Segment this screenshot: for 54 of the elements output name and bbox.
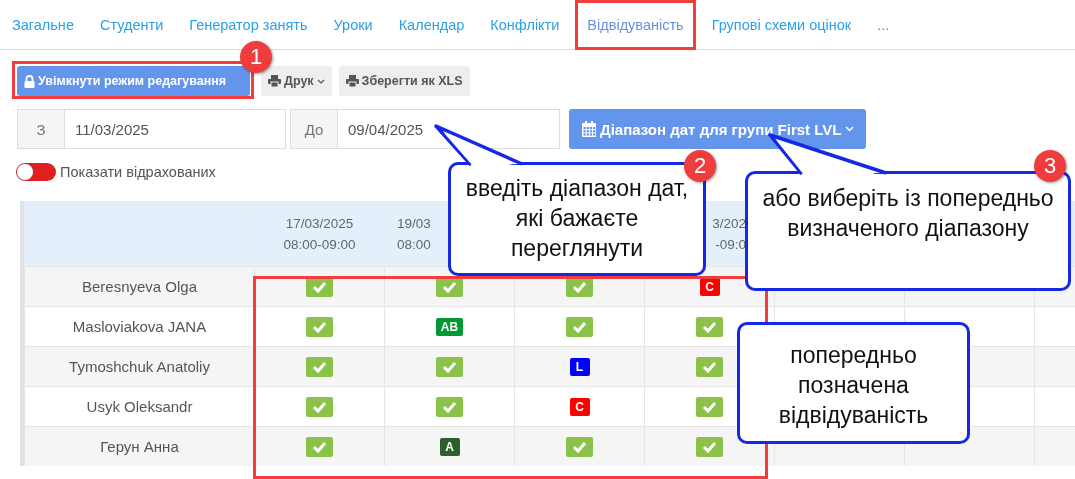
check-icon[interactable]: [696, 436, 723, 457]
attendance-code[interactable]: C: [569, 397, 590, 416]
from-label: З: [17, 109, 65, 149]
calendar-icon: [581, 121, 597, 137]
attendance-code[interactable]: AB: [435, 317, 464, 336]
step-number-badge: 3: [1034, 150, 1066, 182]
student-name: Beresnyeva Olga: [24, 266, 254, 306]
nav-tab[interactable]: ...: [867, 0, 900, 49]
nav-tab[interactable]: Календар: [388, 0, 475, 49]
step-number-badge: 2: [684, 150, 716, 182]
check-icon[interactable]: [696, 356, 723, 377]
nav-tab[interactable]: Відвідуваність: [575, 0, 696, 50]
printer-icon: [268, 75, 281, 87]
column-time: 08:00: [397, 236, 431, 252]
caret-icon: [316, 78, 325, 84]
nav-tab[interactable]: Конфлікти: [480, 0, 570, 49]
save-xls-button[interactable]: Зберегти як XLS: [338, 66, 470, 96]
check-icon[interactable]: [696, 396, 723, 417]
attendance-code[interactable]: L: [569, 357, 590, 376]
check-icon[interactable]: [306, 316, 333, 337]
student-name: Герун Анна: [24, 426, 254, 466]
student-name: Usyk Oleksandr: [24, 386, 254, 426]
check-icon[interactable]: [306, 436, 333, 457]
printer-icon: [345, 75, 359, 87]
column-time: 08:00-09:00: [283, 236, 356, 252]
to-label: До: [290, 109, 338, 149]
nav-tab[interactable]: Уроки: [323, 0, 383, 49]
toggle-label: Показати відрахованих: [60, 164, 216, 180]
check-icon[interactable]: [306, 396, 333, 417]
from-date-field[interactable]: 11/03/2025: [65, 109, 286, 149]
attendance-code[interactable]: A: [439, 437, 460, 456]
print-button[interactable]: Друк: [261, 66, 332, 96]
check-icon[interactable]: [306, 356, 333, 377]
student-name: Tymoshchuk Anatoliy: [24, 346, 254, 386]
nav-tab[interactable]: Групові схеми оцінок: [701, 0, 862, 49]
lock-icon: [24, 74, 35, 88]
column-date: 19/03: [397, 215, 431, 231]
check-icon[interactable]: [436, 396, 463, 417]
check-icon[interactable]: [696, 316, 723, 337]
nav-tab[interactable]: Студенти: [89, 0, 174, 49]
check-icon[interactable]: [566, 436, 593, 457]
caret-icon: [844, 126, 854, 132]
callout-text: попередньо позначена відвідуваність: [737, 322, 970, 444]
column-date: 3/202: [712, 215, 746, 231]
step-number-badge: 1: [240, 41, 272, 73]
date-range-preset-button[interactable]: Діапазон дат для групи First LVL: [569, 109, 866, 149]
check-icon[interactable]: [566, 316, 593, 337]
column-date: 17/03/2025: [285, 215, 354, 231]
edit-mode-button[interactable]: Увімкнути режим редагування: [17, 66, 250, 96]
column-time: -09:0: [715, 236, 746, 252]
student-name: Masloviakova JANA: [24, 306, 254, 346]
toggle-switch[interactable]: [16, 163, 56, 181]
nav-tab[interactable]: Загальне: [2, 0, 84, 49]
check-icon[interactable]: [436, 356, 463, 377]
